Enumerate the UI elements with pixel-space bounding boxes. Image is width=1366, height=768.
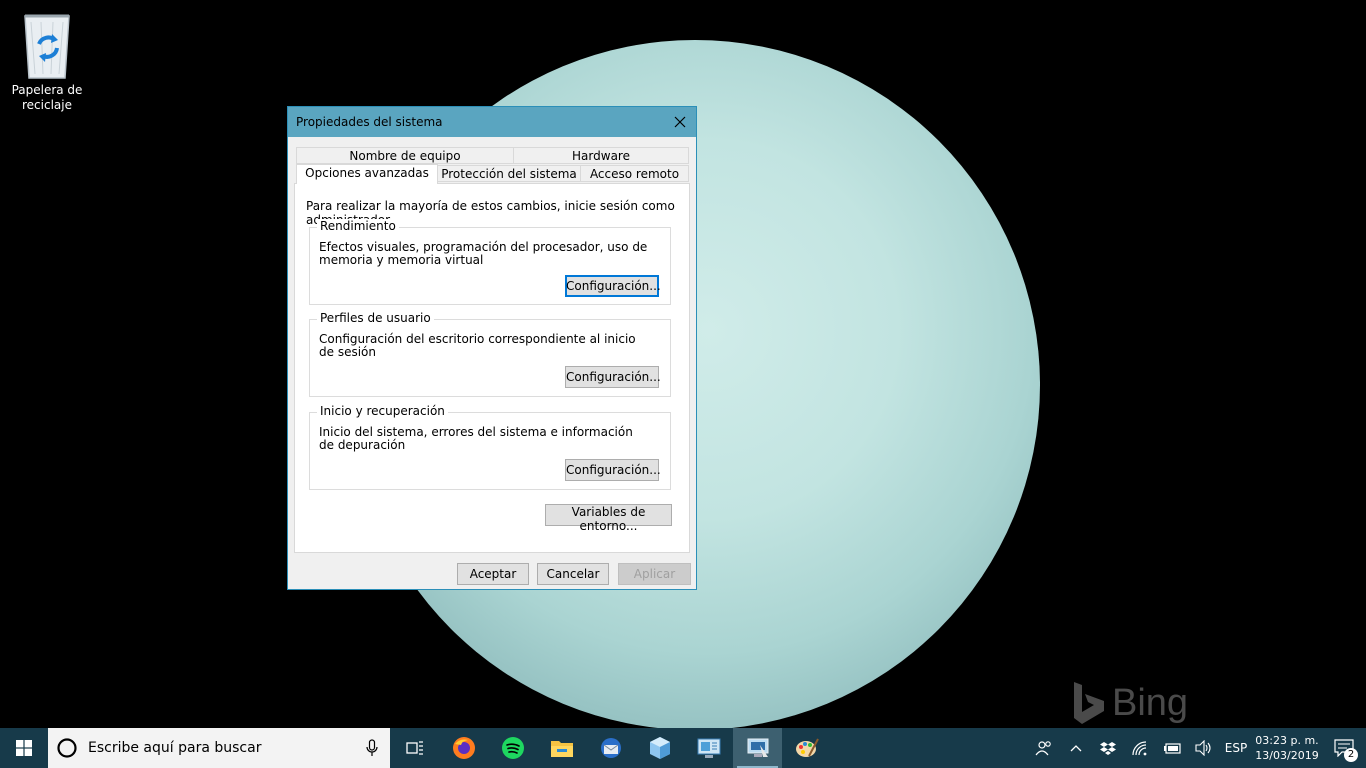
battery-tray[interactable] (1156, 728, 1188, 768)
recycle-bin-desktop-icon[interactable]: Papelera de reciclaje (8, 8, 86, 113)
taskbar-virtualbox[interactable] (635, 728, 684, 768)
people-icon (1035, 741, 1051, 756)
dropbox-tray[interactable] (1092, 728, 1124, 768)
performance-group: Rendimiento Efectos visuales, programaci… (309, 219, 671, 305)
taskbar-system-properties[interactable] (733, 728, 782, 768)
action-center-button[interactable]: 2 (1322, 728, 1366, 768)
virtualbox-icon (649, 737, 670, 759)
microphone-icon[interactable] (366, 739, 378, 757)
spotify-icon (501, 737, 524, 759)
startup-recovery-desc: Inicio del sistema, errores del sistema … (319, 425, 633, 452)
user-profiles-desc: Configuración del escritorio correspondi… (319, 332, 636, 359)
taskbar-control-panel[interactable] (684, 728, 733, 768)
taskbar-firefox[interactable] (439, 728, 488, 768)
tab-advanced[interactable]: Opciones avanzadas (296, 164, 438, 184)
notification-count-badge: 2 (1344, 748, 1358, 762)
tab-remote-access[interactable]: Acceso remoto (580, 165, 689, 182)
taskbar-file-explorer[interactable] (537, 728, 586, 768)
search-placeholder: Escribe aquí para buscar (88, 740, 262, 756)
startup-recovery-title: Inicio y recuperación (317, 404, 448, 418)
bing-logo-icon (1074, 682, 1104, 724)
language-indicator[interactable]: ESP (1220, 728, 1252, 768)
network-tray[interactable] (1124, 728, 1156, 768)
taskbar-spotify[interactable] (488, 728, 537, 768)
user-profiles-group: Perfiles de usuario Configuración del es… (309, 311, 671, 397)
performance-title: Rendimiento (317, 219, 399, 233)
close-button[interactable] (664, 107, 696, 137)
battery-icon (1164, 743, 1181, 754)
user-profiles-title: Perfiles de usuario (317, 311, 434, 325)
chevron-up-icon (1070, 745, 1082, 752)
system-properties-icon (747, 738, 768, 757)
show-hidden-icons-button[interactable] (1060, 728, 1092, 768)
dropbox-icon (1100, 742, 1116, 755)
clock-date: 13/03/2019 (1255, 749, 1319, 762)
paint-icon (795, 738, 819, 757)
cortana-icon (57, 738, 77, 758)
volume-icon (1195, 740, 1211, 756)
taskbar-search-box[interactable]: Escribe aquí para buscar (48, 728, 390, 768)
clock[interactable]: 03:23 p. m. 13/03/2019 (1252, 733, 1322, 763)
tab-hardware[interactable]: Hardware (513, 147, 689, 164)
performance-desc: Efectos visuales, programación del proce… (319, 240, 648, 267)
cancel-button[interactable]: Cancelar (537, 563, 609, 585)
tab-system-protection[interactable]: Protección del sistema (437, 165, 581, 182)
ok-button[interactable]: Aceptar (457, 563, 529, 585)
volume-tray[interactable] (1188, 728, 1220, 768)
windows-logo-icon (16, 740, 32, 756)
dialog-titlebar[interactable]: Propiedades del sistema (288, 107, 696, 137)
dialog-title: Propiedades del sistema (296, 115, 443, 129)
task-view-button[interactable] (390, 728, 439, 768)
thunderbird-icon (600, 738, 621, 758)
tab-computer-name[interactable]: Nombre de equipo (296, 147, 514, 164)
startup-recovery-settings-button[interactable]: Configuración... (565, 459, 661, 481)
apply-button[interactable]: Aplicar (618, 563, 691, 585)
close-icon (674, 116, 686, 128)
taskbar-paint[interactable] (782, 728, 831, 768)
file-explorer-icon (550, 741, 573, 757)
startup-recovery-group: Inicio y recuperación Inicio del sistema… (309, 404, 671, 490)
clock-time: 03:23 p. m. (1255, 734, 1319, 747)
wifi-icon (1132, 741, 1147, 756)
control-panel-icon (697, 738, 720, 758)
user-profiles-settings-button[interactable]: Configuración... (565, 366, 661, 388)
people-button[interactable] (1028, 728, 1060, 768)
performance-settings-button[interactable]: Configuración... (565, 275, 661, 297)
environment-variables-button[interactable]: Variables de entorno... (545, 504, 672, 533)
bing-watermark: Bing (1072, 680, 1188, 726)
start-button[interactable] (0, 728, 48, 768)
bing-text: Bing (1112, 681, 1189, 724)
firefox-icon (452, 737, 475, 759)
system-properties-dialog: Propiedades del sistema Nombre de equipo… (287, 106, 697, 590)
recycle-bin-icon (24, 14, 70, 79)
system-tray: ESP 03:23 p. m. 13/03/2019 2 (1028, 728, 1366, 768)
taskbar-thunderbird[interactable] (586, 728, 635, 768)
taskbar: Escribe aquí para buscar ESP 03:23 p. m.… (0, 728, 1366, 768)
task-view-icon (405, 741, 423, 755)
recycle-bin-label: Papelera de reciclaje (11, 83, 83, 112)
